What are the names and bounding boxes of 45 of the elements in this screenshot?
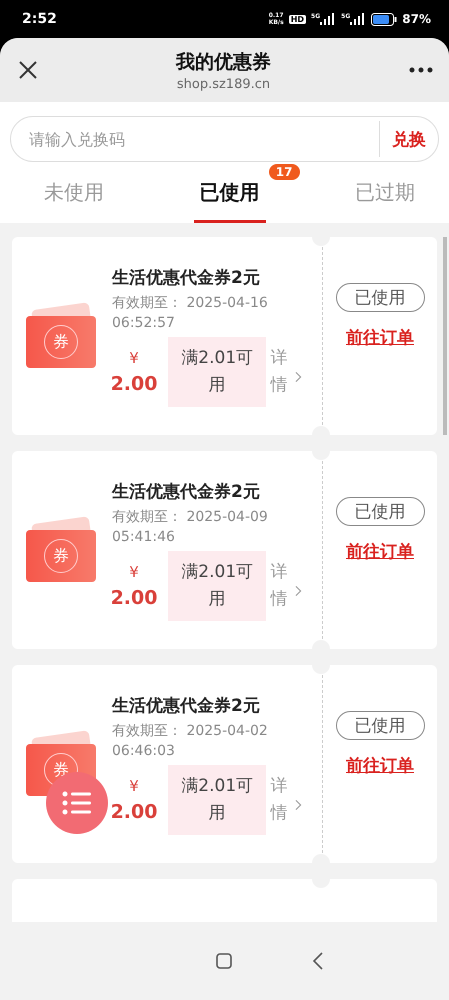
chevron-icon bbox=[295, 370, 302, 382]
details-link[interactable]: 详情 bbox=[270, 558, 288, 612]
currency-symbol: ¥ bbox=[129, 348, 139, 366]
count-badge: 17 bbox=[268, 164, 300, 180]
coupon-amount: 2.00 bbox=[110, 372, 158, 394]
tab[interactable]: 未使用 bbox=[38, 170, 110, 223]
hd-badge: HD bbox=[288, 14, 306, 24]
order-link[interactable]: 前往订单 bbox=[346, 326, 414, 349]
status-pill: 已使用 bbox=[336, 497, 424, 526]
coupon-amount: 2.00 bbox=[110, 800, 158, 822]
coupon-title: 生活优惠代金券2元 bbox=[112, 694, 261, 716]
expiry-date: 有效期至： 2025-04-16 06:52:57 bbox=[112, 294, 269, 332]
usage-condition: 满2.01可用 bbox=[168, 550, 266, 620]
coupon-amount: 2.00 bbox=[110, 586, 158, 608]
back-icon[interactable] bbox=[312, 952, 324, 970]
currency-symbol: ¥ bbox=[129, 776, 139, 794]
chevron-icon bbox=[295, 584, 302, 596]
more-icon[interactable] bbox=[409, 67, 433, 73]
order-link[interactable]: 前往订单 bbox=[346, 540, 414, 563]
redeem-code-field[interactable]: 请输入兑换码 兑换 bbox=[10, 116, 439, 162]
status-pill: 已使用 bbox=[336, 283, 424, 312]
signal-icon bbox=[320, 13, 336, 25]
home-icon[interactable] bbox=[216, 953, 232, 969]
order-link[interactable]: 前往订单 bbox=[346, 754, 414, 777]
currency-symbol: ¥ bbox=[129, 562, 139, 580]
expiry-date: 有效期至： 2025-04-02 06:46:03 bbox=[112, 722, 269, 760]
page-title: 我的优惠券 bbox=[176, 50, 271, 74]
chevron-icon bbox=[295, 798, 302, 810]
coupon-title: 生活优惠代金券2元 bbox=[112, 266, 261, 288]
expiry-date: 有效期至： 2025-04-09 05:41:46 bbox=[112, 508, 269, 546]
details-link[interactable]: 详情 bbox=[270, 772, 288, 826]
tab[interactable]: 已过期 bbox=[349, 170, 421, 223]
coupon-title: 生活优惠代金券2元 bbox=[112, 480, 261, 502]
page-url: shop.sz189.cn bbox=[176, 76, 270, 92]
close-icon[interactable] bbox=[18, 60, 38, 80]
signal-icon bbox=[350, 13, 366, 25]
details-link[interactable]: 详情 bbox=[270, 344, 288, 398]
status-time: 2:52 bbox=[22, 11, 57, 27]
status-pill: 已使用 bbox=[336, 711, 424, 740]
redeem-button[interactable]: 兑换 bbox=[379, 121, 438, 157]
battery-percent: 87% bbox=[402, 12, 431, 26]
list-icon bbox=[62, 791, 92, 815]
usage-condition: 满2.01可用 bbox=[168, 764, 266, 834]
usage-condition: 满2.01可用 bbox=[168, 336, 266, 406]
battery-icon bbox=[371, 12, 398, 26]
